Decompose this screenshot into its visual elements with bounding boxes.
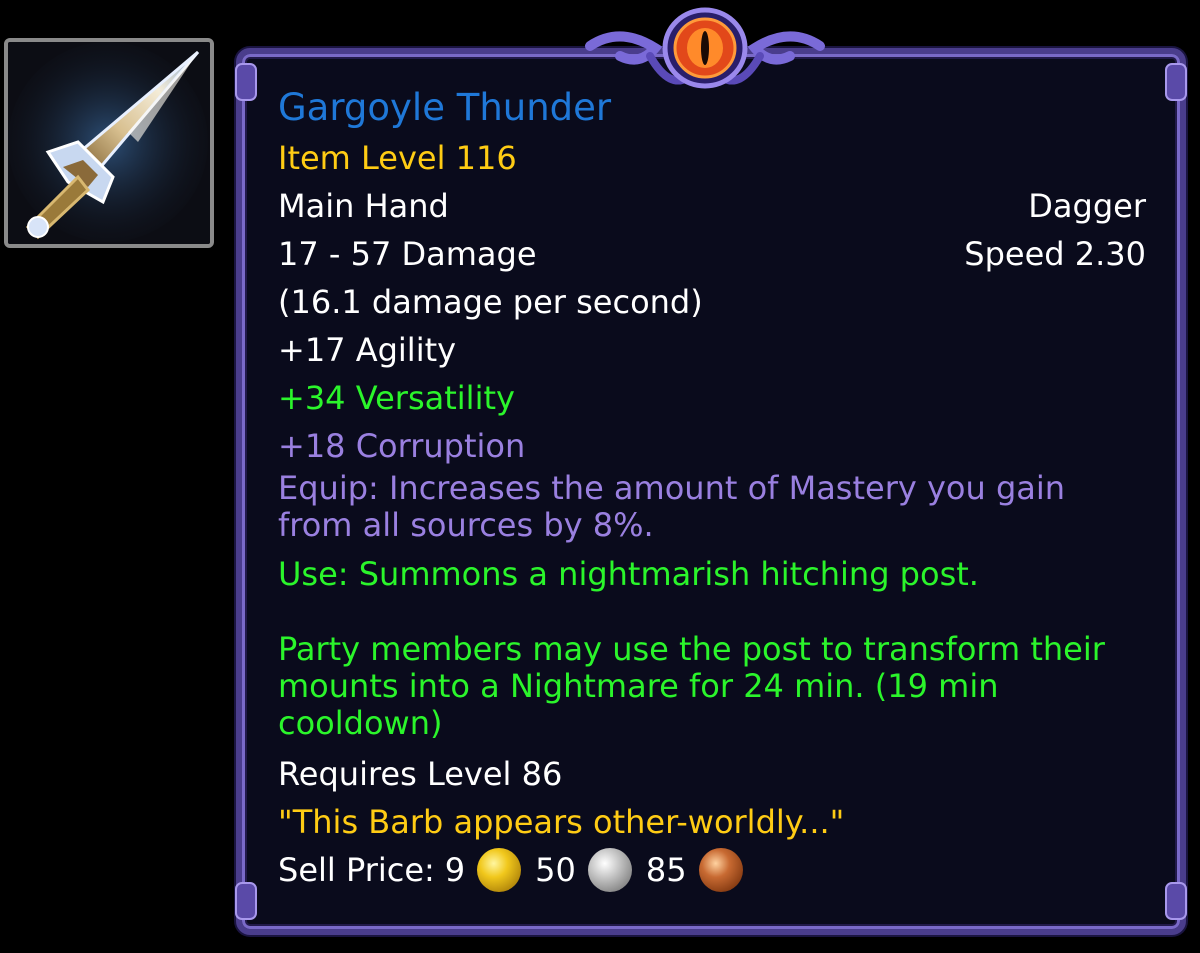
flavor-text: "This Barb appears other-worldly..." [278,803,845,841]
equip-effect: Equip: Increases the amount of Mastery y… [278,469,1066,544]
item-slot: Main Hand [278,187,449,225]
frame-corner-ornament [1165,882,1187,920]
slot-row: Main Hand Dagger [278,182,1146,230]
item-damage: 17 - 57 Damage [278,235,537,273]
tooltip-content: Gargoyle Thunder Item Level 116 Main Han… [278,84,1146,894]
sell-silver-amount: 50 [535,851,576,889]
use-effect-detail: Party members may use the post to transf… [278,630,1105,742]
frame-corner-ornament [1165,63,1187,101]
use-effect: Use: Summons a nightmarish hitching post… [278,555,979,593]
stat-versatility: +34 Versatility [278,379,515,417]
stat-agility: +17 Agility [278,331,457,369]
requires-level: Requires Level 86 [278,755,563,793]
damage-row: 17 - 57 Damage Speed 2.30 [278,230,1146,278]
item-dps: (16.1 damage per second) [278,283,703,321]
item-speed: Speed 2.30 [964,235,1146,273]
frame-corner-ornament [235,63,257,101]
sell-copper-amount: 85 [645,851,687,889]
dagger-icon [8,42,210,244]
item-name[interactable]: Gargoyle Thunder [278,84,1146,132]
copper-coin-icon [698,848,743,892]
item-icon-frame[interactable] [4,38,214,248]
corruption-eye-icon [585,7,825,89]
sell-price: Sell Price: 9 50 85 [278,846,1146,894]
item-level: Item Level 116 [278,139,517,177]
silver-coin-icon [587,848,632,892]
sell-gold-amount: 9 [444,851,466,889]
gold-coin-icon [477,848,522,892]
stat-corruption: +18 Corruption [278,427,526,465]
item-type: Dagger [1028,187,1146,225]
sell-price-label: Sell Price: [278,851,435,889]
frame-corner-ornament [235,882,257,920]
